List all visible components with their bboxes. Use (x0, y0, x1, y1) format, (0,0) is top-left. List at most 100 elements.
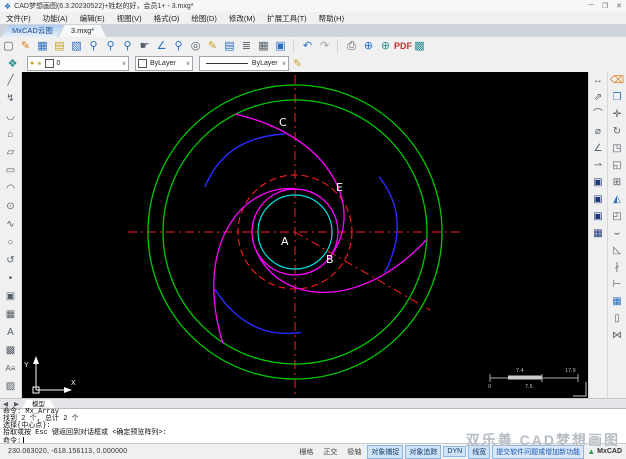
dim-radius-icon[interactable]: ⌒ (589, 106, 607, 123)
dim-style-icon[interactable]: ▦ (589, 225, 607, 242)
dim-linear-icon[interactable]: ↔ (589, 72, 607, 89)
join-icon[interactable]: ⋈ (608, 327, 626, 344)
dim-baseline-icon[interactable]: ▣ (589, 191, 607, 208)
export-image-icon[interactable]: ▩ (411, 38, 428, 54)
toggle-ortho[interactable]: 正交 (319, 445, 341, 459)
minimize-button[interactable]: ─ (584, 2, 598, 10)
point-icon[interactable]: • (0, 270, 20, 288)
drawing-area[interactable]: A B C E Y X 7.4 17.9 0 7.5 (21, 72, 588, 398)
toggle-polar[interactable]: 极轴 (343, 445, 365, 459)
mtext-icon[interactable]: A≡ (0, 360, 20, 378)
new-file-icon[interactable]: ▢ (0, 38, 17, 54)
pan-icon[interactable]: ☛ (136, 38, 153, 54)
toggle-object-track[interactable]: 对象追踪 (405, 444, 442, 459)
revision-cloud-icon[interactable]: ↺ (0, 252, 20, 270)
menu-draw[interactable]: 绘图(D) (185, 13, 222, 24)
polyline-icon[interactable]: ↯ (0, 90, 20, 108)
poly-shape-icon[interactable]: ▱ (0, 144, 20, 162)
make-block-icon[interactable]: ▦ (0, 306, 20, 324)
trim-icon[interactable]: ∤ (608, 259, 626, 276)
save-as-icon[interactable]: ▧ (68, 38, 85, 54)
fillet-icon[interactable]: ⌣ (608, 225, 626, 242)
linetype-select[interactable]: ByLayer ∨ (199, 56, 289, 71)
insert-block-icon[interactable]: ▣ (0, 288, 20, 306)
close-button[interactable]: ✕ (612, 2, 626, 10)
toggle-dyn[interactable]: DYN (443, 446, 467, 457)
zoom-object-icon[interactable]: ⚲ (170, 38, 187, 54)
spline-icon[interactable]: ∿ (0, 216, 20, 234)
save-icon[interactable]: ▦ (34, 38, 51, 54)
menu-help[interactable]: 帮助(H) (313, 13, 350, 24)
rectangle-icon[interactable]: ▭ (0, 162, 20, 180)
zoom-in-icon[interactable]: ⚲ (85, 38, 102, 54)
image-icon[interactable]: ▩ (0, 342, 20, 360)
text-icon[interactable]: A (0, 324, 20, 342)
command-line-area[interactable]: 命令: Mx_Array 找到 2 个, 总计 2 个 选择{中心点}: 拾取或… (0, 408, 626, 445)
layer-manager-icon[interactable]: ❖ (4, 56, 21, 72)
drawing-canvas[interactable]: A B C E Y X 7.4 17.9 0 7.5 (21, 72, 588, 398)
redo-icon[interactable]: ↷ (316, 38, 333, 54)
toggle-grid[interactable]: 栅格 (295, 445, 317, 459)
dim-continue-icon[interactable]: ▣ (589, 208, 607, 225)
export-pdf-icon[interactable]: PDF (394, 38, 412, 54)
rotate-icon[interactable]: ↻ (608, 123, 626, 140)
ellipse-icon[interactable]: ○ (0, 234, 20, 252)
mxcad-cloud-tab[interactable]: MxCAD云图 (2, 25, 63, 37)
menu-edit[interactable]: 编辑(E) (74, 13, 111, 24)
toggle-object-snap[interactable]: 对象捕捉 (367, 444, 404, 459)
mirror-icon[interactable]: ◭ (608, 191, 626, 208)
layer-list-icon[interactable]: ≣ (238, 38, 255, 54)
quick-dim-icon[interactable]: ▣ (589, 174, 607, 191)
find-icon[interactable]: ◎ (187, 38, 204, 54)
extend-icon[interactable]: ⊢ (608, 276, 626, 293)
measure-icon[interactable]: ∠ (153, 38, 170, 54)
stretch-icon[interactable]: ◱ (608, 157, 626, 174)
dim-diameter-icon[interactable]: ⌀ (589, 123, 607, 140)
block-grid-icon[interactable]: ▦ (255, 38, 272, 54)
erase-icon[interactable]: ⌫ (608, 72, 626, 89)
draworder-pencil-icon[interactable]: ✎ (289, 56, 306, 72)
line-icon[interactable]: ╱ (0, 72, 20, 90)
arc-icon[interactable]: ◠ (0, 180, 20, 198)
dim-angular-icon[interactable]: ∠ (589, 140, 607, 157)
edit-drawing-icon[interactable]: ✎ (17, 38, 34, 54)
hatch-icon[interactable]: ▨ (0, 378, 20, 396)
color-select[interactable]: ByLayer ∨ (135, 56, 193, 71)
draw-pencil-icon[interactable]: ✎ (204, 38, 221, 54)
menu-function[interactable]: 功能(A) (37, 13, 74, 24)
save-block-icon[interactable]: ▣ (272, 38, 289, 54)
break-icon[interactable]: ▯ (608, 310, 626, 327)
leader-icon[interactable]: ⇀ (589, 157, 607, 174)
feedback-link[interactable]: 提交软件问题或增加新功能 (492, 444, 585, 459)
menu-format[interactable]: 格式(O) (148, 13, 186, 24)
polygon-icon[interactable]: ⌂ (0, 126, 20, 144)
copy-icon[interactable]: ❐ (608, 89, 626, 106)
menu-modify[interactable]: 修改(M) (223, 13, 261, 24)
layer-select[interactable]: ● ☀ 0 ∨ (27, 56, 129, 71)
box-3d-icon[interactable]: ▦ (608, 293, 626, 310)
offset-icon[interactable]: ◰ (608, 208, 626, 225)
arc-3pt-icon[interactable]: ◡ (0, 108, 20, 126)
zoom-window-icon[interactable]: ⚲ (102, 38, 119, 54)
dim-aligned-icon[interactable]: ⇗ (589, 89, 607, 106)
undo-icon[interactable]: ↶ (299, 38, 316, 54)
menu-express-tools[interactable]: 扩展工具(T) (261, 13, 313, 24)
web-publish-icon[interactable]: ⊕ (360, 38, 377, 54)
chamfer-icon[interactable]: ◺ (608, 242, 626, 259)
menu-file[interactable]: 文件(F) (0, 13, 37, 24)
toggle-lineweight[interactable]: 线宽 (468, 444, 491, 459)
zoom-dynamic-icon[interactable]: ⚲ (119, 38, 136, 54)
circle-icon[interactable]: ⊙ (0, 198, 20, 216)
tab-scroll-left-icon[interactable]: ◀ (0, 400, 11, 408)
move-icon[interactable]: ✛ (608, 106, 626, 123)
tab-scroll-right-icon[interactable]: ▶ (11, 400, 22, 408)
document-tab-active[interactable]: 3.mxg* (59, 25, 106, 37)
array-icon[interactable]: ⊞ (608, 174, 626, 191)
maximize-button[interactable]: ❐ (598, 2, 612, 10)
web-settings-icon[interactable]: ⊕ (377, 38, 394, 54)
scale-icon[interactable]: ◳ (608, 140, 626, 157)
open-icon[interactable]: ▤ (51, 38, 68, 54)
properties-icon[interactable]: ▤ (221, 38, 238, 54)
menu-view[interactable]: 视图(V) (111, 13, 148, 24)
print-icon[interactable]: ⎙ (343, 38, 360, 54)
